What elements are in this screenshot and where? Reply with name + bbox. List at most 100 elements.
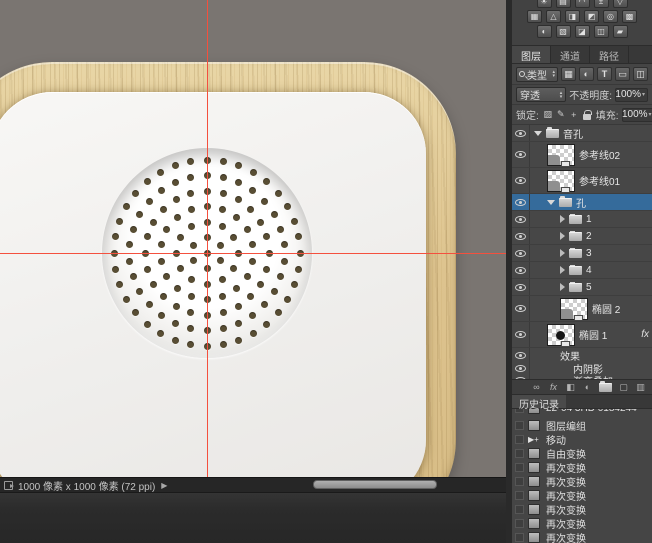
color-lookup-icon[interactable]: ▩ (622, 10, 637, 23)
layer-thumbnail[interactable] (547, 324, 575, 346)
hue-saturation-icon[interactable]: ▦ (527, 10, 542, 23)
visibility-cell[interactable] (512, 228, 530, 244)
layer-row-椭圆 2[interactable]: 椭圆 2 (512, 296, 652, 322)
expand-arrow-icon[interactable] (560, 249, 565, 257)
visibility-cell[interactable] (512, 211, 530, 227)
visibility-cell[interactable] (512, 142, 530, 167)
history-item[interactable]: 再次变换 (512, 488, 652, 502)
exposure-icon[interactable]: ± (594, 0, 609, 8)
layer-row-孔[interactable]: 孔 (512, 194, 652, 211)
collapse-arrow-icon[interactable] (547, 200, 555, 205)
eye-icon[interactable] (515, 365, 526, 372)
horizontal-guide[interactable] (0, 253, 506, 254)
history-source-well[interactable] (515, 519, 524, 528)
threshold-icon[interactable]: ◪ (575, 25, 590, 38)
expand-arrow-icon[interactable] (560, 283, 565, 291)
type-filter-icon[interactable]: T (597, 67, 612, 81)
vibrance-icon[interactable]: ▽ (613, 0, 628, 8)
new-layer-icon[interactable]: ▢ (618, 381, 629, 393)
lock-transparency-icon[interactable]: ▨ (542, 109, 554, 121)
eye-icon[interactable] (515, 250, 526, 257)
layer-thumbnail[interactable] (547, 144, 575, 166)
visibility-cell[interactable] (512, 245, 530, 261)
new-adjustment-icon[interactable]: ◐ (582, 381, 593, 393)
history-source-well[interactable] (515, 421, 524, 430)
tab-layers[interactable]: 图层 (512, 46, 551, 63)
expand-arrow-icon[interactable] (560, 215, 565, 223)
layer-thumbnail[interactable] (560, 298, 588, 320)
fill-value-field[interactable]: 100% (622, 108, 652, 122)
history-item[interactable]: 再次变换 (512, 530, 652, 543)
tab-history[interactable]: 历史记录 (512, 395, 566, 408)
tab-channels[interactable]: 通道 (551, 46, 590, 63)
curves-icon[interactable]: ◠ (575, 0, 590, 8)
expand-arrow-icon[interactable] (560, 232, 565, 240)
visibility-cell[interactable] (512, 322, 530, 347)
history-source-well[interactable] (515, 491, 524, 500)
layer-row-渐变叠加[interactable]: 渐变叠加 (512, 374, 652, 379)
history-item[interactable]: 再次变换 (512, 460, 652, 474)
lock-paint-icon[interactable]: ✎ (555, 109, 567, 121)
history-source-well[interactable] (515, 435, 524, 444)
layer-row-1[interactable]: 1 (512, 211, 652, 228)
pixel-filter-icon[interactable]: ▦ (561, 67, 576, 81)
shape-filter-icon[interactable]: ▭ (615, 67, 630, 81)
eye-icon[interactable] (515, 331, 526, 338)
eye-icon[interactable] (515, 377, 526, 380)
color-balance-icon[interactable]: △ (546, 10, 561, 23)
filter-kind-dropdown[interactable]: 类型 ▴▾ (516, 67, 558, 82)
layer-row-音孔[interactable]: 音孔 (512, 125, 652, 142)
history-item[interactable]: 图层编组 (512, 418, 652, 432)
opacity-value-field[interactable]: 100% (615, 88, 648, 102)
visibility-cell[interactable] (512, 262, 530, 278)
layer-thumbnail[interactable] (547, 170, 575, 192)
eye-icon[interactable] (515, 216, 526, 223)
add-mask-icon[interactable]: ◧ (565, 381, 576, 393)
visibility-cell[interactable] (512, 296, 530, 321)
history-source-well[interactable] (515, 505, 524, 514)
layer-row-参考线02[interactable]: 参考线02 (512, 142, 652, 168)
history-source-well[interactable] (515, 409, 524, 413)
doc-export-icon[interactable] (4, 481, 13, 490)
horizontal-scrollbar-thumb[interactable] (313, 480, 437, 489)
eye-icon[interactable] (515, 305, 526, 312)
channel-mixer-icon[interactable]: ◎ (603, 10, 618, 23)
visibility-cell[interactable] (512, 348, 530, 362)
eye-icon[interactable] (515, 177, 526, 184)
lock-position-icon[interactable]: + (568, 109, 580, 121)
history-source-well[interactable] (515, 449, 524, 458)
eye-icon[interactable] (515, 233, 526, 240)
layer-style-icon[interactable]: fx (548, 381, 559, 393)
expand-arrow-icon[interactable] (560, 266, 565, 274)
adjustment-filter-icon[interactable]: ◐ (579, 67, 594, 81)
visibility-cell[interactable] (512, 168, 530, 193)
visibility-cell[interactable] (512, 279, 530, 295)
tab-paths[interactable]: 路径 (590, 46, 629, 63)
lock-all-icon[interactable] (581, 109, 593, 121)
history-item[interactable]: 再次变换 (512, 474, 652, 488)
visibility-cell[interactable] (512, 125, 530, 141)
photo-filter-icon[interactable]: ◩ (584, 10, 599, 23)
delete-layer-icon[interactable]: ▥ (635, 381, 646, 393)
status-expand-arrow[interactable]: ▶ (161, 481, 167, 490)
black-white-icon[interactable]: ◨ (565, 10, 580, 23)
layer-row-2[interactable]: 2 (512, 228, 652, 245)
fx-badge[interactable]: fx (641, 329, 649, 340)
levels-icon[interactable]: ▤ (556, 0, 571, 8)
posterize-icon[interactable]: ▧ (556, 25, 571, 38)
history-item[interactable]: 再次变换 (512, 516, 652, 530)
history-item[interactable]: ▶+移动 (512, 432, 652, 446)
eye-icon[interactable] (515, 199, 526, 206)
link-layers-icon[interactable]: ∞ (531, 381, 542, 393)
layer-row-3[interactable]: 3 (512, 245, 652, 262)
new-group-icon[interactable] (599, 381, 612, 393)
visibility-cell[interactable] (512, 374, 530, 379)
selective-color-icon[interactable]: ▰ (613, 25, 628, 38)
layer-row-参考线01[interactable]: 参考线01 (512, 168, 652, 194)
collapse-arrow-icon[interactable] (534, 131, 542, 136)
layer-row-4[interactable]: 4 (512, 262, 652, 279)
gradient-map-icon[interactable]: ◫ (594, 25, 609, 38)
history-item[interactable]: 自由变换 (512, 446, 652, 460)
invert-icon[interactable]: ◐ (537, 25, 552, 38)
eye-icon[interactable] (515, 284, 526, 291)
